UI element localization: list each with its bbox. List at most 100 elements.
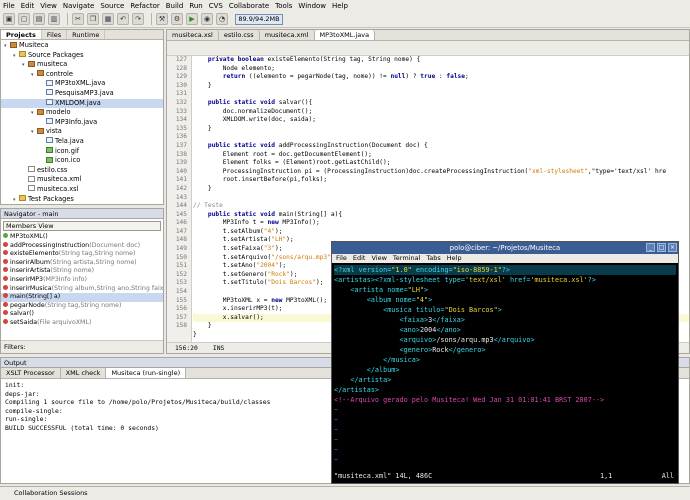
tree-item[interactable]: MP3Info.java	[1, 118, 163, 128]
terminal-window: polo@ciber: ~/Projetos/Musiteca _ □ × Fi…	[331, 241, 679, 484]
menu-refactor[interactable]: Refactor	[130, 2, 159, 10]
line-number: 154	[175, 288, 187, 296]
build-icon[interactable]: ⚒	[156, 13, 168, 25]
tree-item[interactable]: musiteca.xml	[1, 175, 163, 185]
menu-navigate[interactable]: Navigate	[63, 2, 94, 10]
menu-file[interactable]: File	[3, 2, 15, 10]
new-project-icon[interactable]: ▣	[3, 13, 15, 25]
member-item[interactable]: addProcessingInstruction(Document doc)	[1, 241, 163, 251]
menu-tools[interactable]: Tools	[275, 2, 292, 10]
java-file-icon	[46, 118, 53, 125]
output-tab[interactable]: XSLT Processor	[1, 368, 61, 378]
editor-tab[interactable]: MP3toXML.java	[314, 30, 376, 40]
menu-help[interactable]: Help	[332, 2, 348, 10]
collaboration-sessions-bar[interactable]: Collaboration Sessions	[0, 486, 690, 500]
close-icon[interactable]: ×	[668, 243, 677, 252]
member-item[interactable]: inserirMP3(MP3Info info)	[1, 275, 163, 285]
tree-item[interactable]: ▾ Musiteca	[1, 41, 163, 51]
xml-line: <arquivo>/sons/arqu.mp3</arquivo>	[334, 336, 535, 344]
tree-item[interactable]: ▾ musiteca	[1, 60, 163, 70]
member-name: setSaida	[10, 318, 38, 326]
open-project-icon[interactable]: ▤	[33, 13, 45, 25]
maximize-icon[interactable]: □	[657, 243, 666, 252]
new-file-icon[interactable]: ▢	[18, 13, 30, 25]
menu-collaborate[interactable]: Collaborate	[229, 2, 269, 10]
menu-window[interactable]: Window	[298, 2, 326, 10]
members-view-select[interactable]: Members View	[3, 221, 161, 231]
tab-files[interactable]: Files	[42, 30, 68, 39]
member-item[interactable]: inserirAlbum(String artista,String nome)	[1, 258, 163, 268]
tree-item-label: musiteca.xsl	[37, 184, 79, 193]
terminal-menu-edit[interactable]: Edit	[353, 254, 366, 262]
editor-tab[interactable]: musiteca.xsl	[167, 30, 219, 40]
member-item[interactable]: inserirMusica(String album,String ano,St…	[1, 284, 163, 294]
member-item[interactable]: main(String[] a)	[1, 293, 163, 302]
redo-icon[interactable]: ↷	[132, 13, 144, 25]
tree-item[interactable]: ▾ Source Packages	[1, 51, 163, 61]
member-name: inserirAlbum	[10, 258, 51, 266]
tree-item[interactable]: Tela.java	[1, 137, 163, 147]
member-item[interactable]: inserirArtista(String nome)	[1, 267, 163, 276]
tree-item-label: Test Packages	[28, 194, 74, 203]
tree-item[interactable]: musiteca.xsl	[1, 185, 163, 195]
debug-icon[interactable]: ◉	[201, 13, 213, 25]
tree-item[interactable]: XMLDOM.java	[1, 98, 163, 109]
member-name: pegarNode	[10, 301, 45, 309]
empty-line-marker: ~	[334, 426, 339, 434]
run-icon[interactable]: ▶	[186, 13, 198, 25]
clean-build-icon[interactable]: ⚙	[171, 13, 183, 25]
output-tab[interactable]: Musiteca (run-single)	[106, 368, 187, 378]
tree-item[interactable]: ▾ vista	[1, 127, 163, 137]
tree-item[interactable]: ▾ Test Packages	[1, 195, 163, 205]
tab-projects[interactable]: Projects	[1, 30, 42, 39]
member-item[interactable]: setSaida(File arquivoXML)	[1, 318, 163, 328]
save-all-icon[interactable]: ▥	[48, 13, 60, 25]
terminal-menu-terminal[interactable]: Terminal	[393, 254, 420, 262]
line-number: 144	[175, 202, 187, 210]
tree-item-label: MP3Info.java	[55, 117, 98, 126]
paste-icon[interactable]: ▦	[102, 13, 114, 25]
tree-item[interactable]: MP3toXML.java	[1, 79, 163, 89]
tree-item[interactable]: PesquisaMP3.java	[1, 89, 163, 99]
output-tab[interactable]: XML check	[61, 368, 107, 378]
vim-buffer[interactable]: <?xml version="1.0" encoding="iso-8859-1…	[332, 263, 678, 468]
tree-item[interactable]: ▾ modelo	[1, 108, 163, 118]
minimize-icon[interactable]: _	[646, 243, 655, 252]
menu-run[interactable]: Run	[189, 2, 202, 10]
memory-indicator[interactable]: 89.9/94.2MB	[235, 13, 283, 25]
terminal-menu-view[interactable]: View	[371, 254, 386, 262]
terminal-menu-file[interactable]: File	[336, 254, 347, 262]
menu-cvs[interactable]: CVS	[209, 2, 223, 10]
constructor-icon	[3, 233, 8, 238]
method-icon	[3, 284, 8, 290]
copy-icon[interactable]: ❐	[87, 13, 99, 25]
line-number: 152	[175, 270, 187, 278]
tree-item-label: Tela.java	[55, 136, 84, 145]
tree-item[interactable]: icon.gif	[1, 147, 163, 157]
file-icon	[28, 185, 35, 192]
xml-line: <artistas><?xml-stylesheet type='text/xs…	[334, 276, 596, 284]
member-item[interactable]: pegarNode(String tag,String nome)	[1, 301, 163, 311]
method-icon	[3, 301, 8, 307]
menu-build[interactable]: Build	[166, 2, 184, 10]
member-item[interactable]: MP3toXML()	[1, 233, 163, 242]
tree-item-label: Musiteca	[19, 41, 49, 49]
editor-tab[interactable]: musiteca.xml	[260, 30, 315, 40]
profile-icon[interactable]: ◔	[216, 13, 228, 25]
vim-file-info: "musiteca.xml" 14L, 486C	[334, 472, 433, 480]
member-item[interactable]: existeElemento(String tag,String nome)	[1, 250, 163, 259]
menu-edit[interactable]: Edit	[21, 2, 35, 10]
terminal-menu-help[interactable]: Help	[447, 254, 462, 262]
undo-icon[interactable]: ↶	[117, 13, 129, 25]
tree-item[interactable]: ▾ controle	[1, 70, 163, 80]
editor-tab[interactable]: estilo.css	[219, 30, 260, 40]
member-item[interactable]: salvar()	[1, 310, 163, 319]
tree-item[interactable]: icon.ico	[1, 156, 163, 166]
terminal-menu-tabs[interactable]: Tabs	[426, 254, 440, 262]
cut-icon[interactable]: ✂	[72, 13, 84, 25]
menu-view[interactable]: View	[40, 2, 57, 10]
menu-source[interactable]: Source	[100, 2, 124, 10]
tab-runtime[interactable]: Runtime	[67, 30, 106, 39]
tree-item[interactable]: estilo.css	[1, 166, 163, 176]
code-line: MP3Info t = new MP3Info();	[193, 219, 320, 227]
